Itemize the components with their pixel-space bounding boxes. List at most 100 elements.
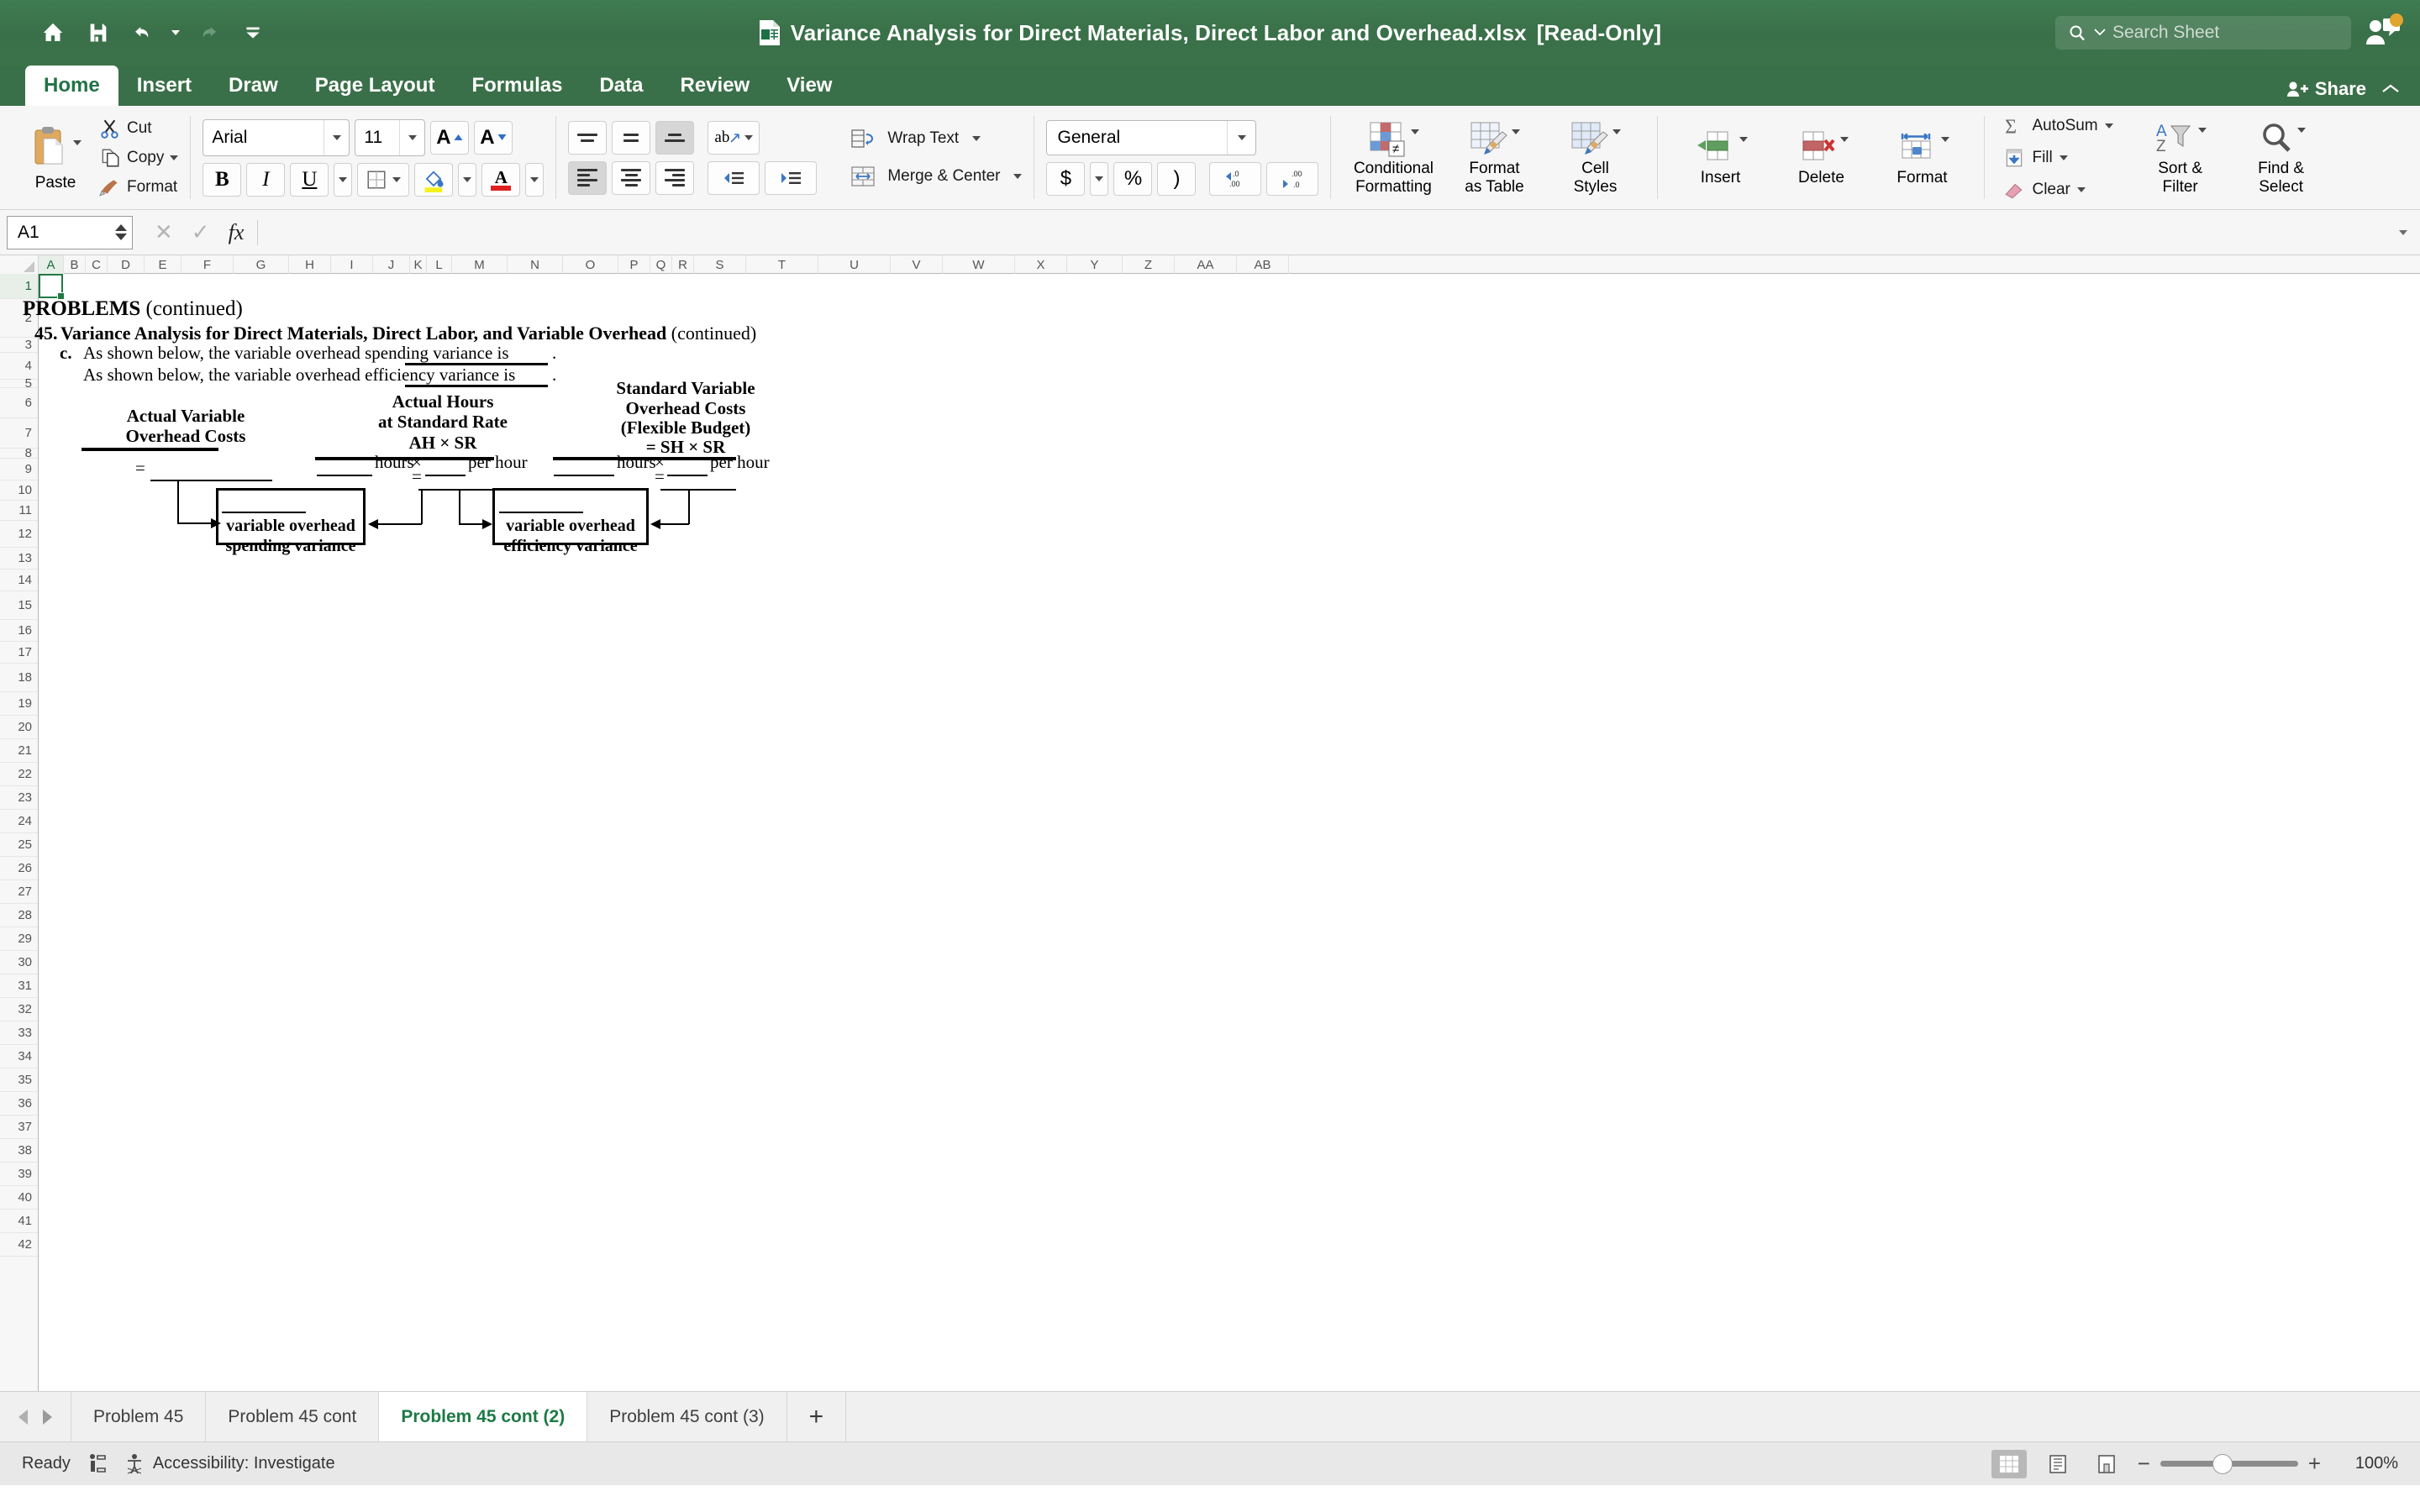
column-header-H[interactable]: H — [289, 255, 331, 274]
row-header-37[interactable]: 37 — [0, 1116, 38, 1139]
row-header-28[interactable]: 28 — [0, 904, 38, 927]
row-header-8[interactable]: 8 — [0, 446, 38, 460]
column-header-T[interactable]: T — [746, 255, 818, 274]
row-header-7[interactable]: 7 — [0, 418, 38, 449]
column-header-I[interactable]: I — [331, 255, 373, 274]
row-header-25[interactable]: 25 — [0, 833, 38, 857]
clear-button[interactable]: Clear — [2003, 176, 2112, 203]
increase-decimal-button[interactable]: .0.00 — [1209, 161, 1262, 196]
column-header-N[interactable]: N — [508, 255, 563, 274]
column-header-B[interactable]: B — [64, 255, 86, 274]
sheet-tab-problem-45-cont[interactable]: Problem 45 cont — [205, 1392, 378, 1441]
zoom-thumb[interactable] — [2212, 1454, 2233, 1474]
tab-home[interactable]: Home — [25, 66, 118, 106]
font-family-caret[interactable] — [324, 119, 349, 155]
row-header-16[interactable]: 16 — [0, 620, 38, 642]
shrink-font-button[interactable]: A — [474, 120, 513, 155]
zoom-level-label[interactable]: 100% — [2334, 1454, 2398, 1473]
row-header-4[interactable]: 4 — [0, 353, 38, 380]
tab-review[interactable]: Review — [662, 66, 769, 106]
wrap-text-caret[interactable] — [972, 135, 981, 141]
row-header-27[interactable]: 27 — [0, 880, 38, 904]
cell-styles-caret[interactable] — [1612, 119, 1622, 150]
column-header-G[interactable]: G — [234, 255, 289, 274]
row-header-9[interactable]: 9 — [0, 459, 38, 480]
tab-page-layout[interactable]: Page Layout — [297, 66, 454, 106]
ribbon-collapse-icon[interactable] — [2381, 78, 2400, 100]
borders-button[interactable] — [357, 162, 410, 197]
tab-view[interactable]: View — [768, 66, 850, 106]
column-header-J[interactable]: J — [373, 255, 410, 274]
expand-formula-bar-icon[interactable] — [2386, 229, 2420, 235]
page-layout-view-button[interactable] — [2040, 1450, 2075, 1478]
row-header-21[interactable]: 21 — [0, 739, 38, 763]
insert-cells-button[interactable]: Insert — [1670, 129, 1770, 187]
next-sheet-icon[interactable] — [43, 1409, 52, 1425]
add-sheet-button[interactable]: + — [786, 1392, 847, 1441]
decrease-decimal-button[interactable]: .00.0 — [1266, 161, 1319, 196]
align-center-button[interactable] — [612, 160, 651, 195]
account-avatar[interactable] — [2365, 13, 2403, 51]
page-break-view-button[interactable] — [2089, 1450, 2124, 1478]
column-header-X[interactable]: X — [1015, 255, 1067, 274]
insert-function-icon[interactable]: fx — [229, 220, 245, 245]
font-color-caret[interactable] — [525, 162, 544, 197]
row-header-33[interactable]: 33 — [0, 1021, 38, 1045]
tab-formulas[interactable]: Formulas — [453, 66, 581, 106]
underline-dropdown-caret[interactable] — [334, 162, 353, 197]
row-header-23[interactable]: 23 — [0, 786, 38, 810]
row-header-31[interactable]: 31 — [0, 974, 38, 998]
name-box-spinner[interactable] — [115, 217, 127, 249]
cut-button[interactable]: Cut — [99, 116, 178, 141]
copy-button[interactable]: Copy — [99, 145, 179, 171]
number-format-select[interactable]: General — [1046, 119, 1257, 155]
conditional-formatting-button[interactable]: ≠ Conditional Formatting — [1343, 119, 1444, 197]
column-header-Y[interactable]: Y — [1067, 255, 1123, 274]
format-cells-caret[interactable] — [1941, 129, 1950, 157]
row-header-32[interactable]: 32 — [0, 998, 38, 1021]
row-header-13[interactable]: 13 — [0, 548, 38, 570]
row-header-18[interactable]: 18 — [0, 664, 38, 692]
home-icon[interactable] — [32, 12, 74, 54]
zoom-slider[interactable]: − + — [2138, 1451, 2321, 1477]
currency-caret[interactable] — [1090, 161, 1109, 196]
column-header-Q[interactable]: Q — [650, 255, 672, 274]
column-header-S[interactable]: S — [694, 255, 746, 274]
row-header-15[interactable]: 15 — [0, 591, 38, 620]
row-header-34[interactable]: 34 — [0, 1045, 38, 1068]
column-header-P[interactable]: P — [618, 255, 650, 274]
row-header-38[interactable]: 38 — [0, 1139, 38, 1163]
fill-caret[interactable] — [2059, 155, 2068, 160]
share-button[interactable]: Share — [2286, 78, 2366, 100]
underline-button[interactable]: U — [290, 162, 329, 197]
column-header-C[interactable]: C — [86, 255, 108, 274]
wrap-text-button[interactable]: Wrap Text — [850, 128, 1022, 150]
column-header-F[interactable]: F — [182, 255, 234, 274]
delete-cells-caret[interactable] — [1840, 129, 1849, 157]
zoom-out-button[interactable]: − — [2138, 1451, 2150, 1477]
row-header-35[interactable]: 35 — [0, 1068, 38, 1092]
column-header-Z[interactable]: Z — [1123, 255, 1175, 274]
format-as-table-button[interactable]: Format as Table — [1444, 119, 1544, 197]
insert-cells-caret[interactable] — [1739, 129, 1749, 157]
cell-styles-button[interactable]: Cell Styles — [1544, 119, 1645, 197]
format-as-table-caret[interactable] — [1512, 119, 1521, 150]
sheet-tab-problem-45-cont-3[interactable]: Problem 45 cont (3) — [587, 1392, 786, 1441]
row-header-6[interactable]: 6 — [0, 388, 38, 418]
row-header-29[interactable]: 29 — [0, 927, 38, 951]
column-header-AA[interactable]: AA — [1175, 255, 1237, 274]
row-header-17[interactable]: 17 — [0, 642, 38, 664]
conditional-formatting-caret[interactable] — [1411, 119, 1420, 150]
accessibility-button[interactable]: Accessibility: Investigate — [124, 1453, 335, 1475]
align-left-button[interactable] — [568, 160, 608, 195]
previous-sheet-icon[interactable] — [18, 1409, 28, 1425]
column-header-E[interactable]: E — [145, 255, 182, 274]
copy-dropdown-caret[interactable] — [170, 155, 179, 160]
sort-filter-caret[interactable] — [2197, 119, 2207, 148]
comma-style-button[interactable]: ) — [1157, 161, 1197, 196]
undo-dropdown-caret[interactable] — [168, 12, 183, 54]
italic-button[interactable]: I — [246, 162, 286, 197]
row-header-39[interactable]: 39 — [0, 1163, 38, 1186]
row-header-3[interactable]: 3 — [0, 338, 38, 353]
column-header-L[interactable]: L — [427, 255, 452, 274]
